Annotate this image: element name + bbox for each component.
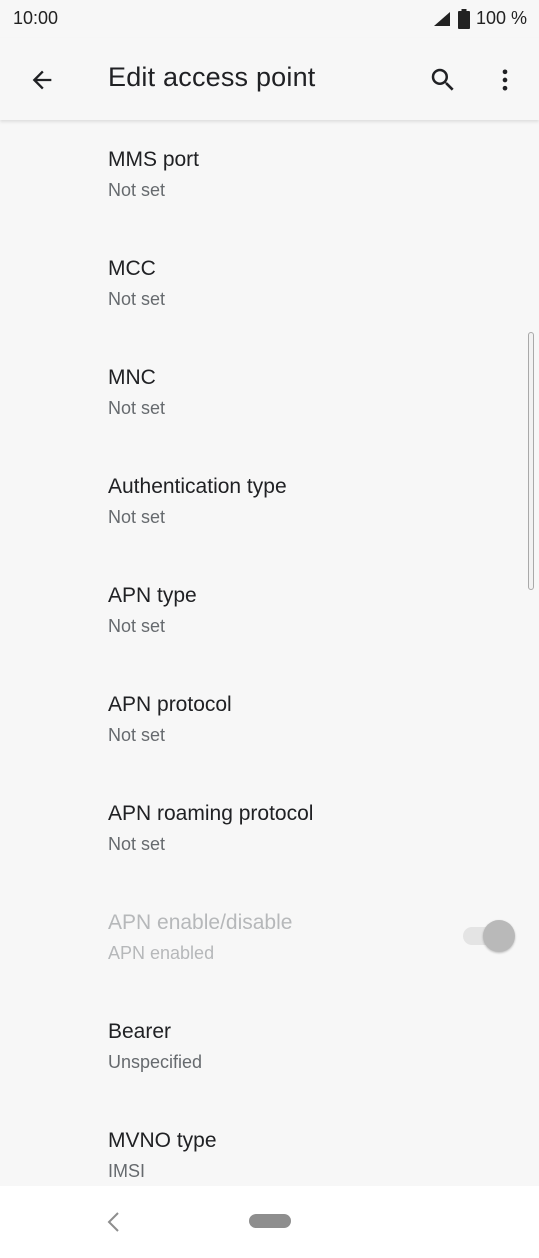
battery-icon [457, 8, 470, 29]
chevron-left-icon [107, 1212, 119, 1232]
search-button[interactable] [421, 58, 465, 102]
item-title: Bearer [108, 1020, 172, 1043]
item-summary: Not set [108, 289, 166, 309]
page-title: Edit access point [108, 62, 316, 92]
item-title: APN roaming protocol [108, 802, 314, 825]
item-summary: IMSI [108, 1161, 146, 1181]
item-summary: Not set [108, 725, 166, 745]
navigation-bar [0, 1186, 539, 1258]
back-button[interactable] [20, 58, 64, 102]
status-bar: 10:00 100 % [0, 0, 539, 38]
list-item-mvno-type[interactable]: MVNO type IMSI [0, 1101, 539, 1186]
item-title: Authentication type [108, 475, 287, 498]
item-summary: Not set [108, 834, 166, 854]
nav-home-pill[interactable] [249, 1214, 291, 1228]
status-icons: 100 % [432, 8, 527, 29]
more-options-button[interactable] [483, 58, 527, 102]
list-item-apn-protocol[interactable]: APN protocol Not set [0, 665, 539, 774]
list-item-apn-enable-disable: APN enable/disable APN enabled [0, 883, 539, 992]
list-item-bearer[interactable]: Bearer Unspecified [0, 992, 539, 1101]
toggle-thumb [483, 920, 515, 952]
item-title: APN enable/disable [108, 911, 293, 934]
status-time: 10:00 [13, 8, 59, 28]
more-vert-icon [502, 69, 508, 91]
item-title: APN type [108, 584, 197, 607]
item-title: MVNO type [108, 1129, 217, 1152]
list-item-mms-port[interactable]: MMS port Not set [0, 120, 539, 229]
apn-enable-toggle [463, 919, 515, 952]
battery-level: 100 % [475, 8, 527, 28]
item-summary: APN enabled [108, 943, 215, 963]
item-summary: Not set [108, 180, 166, 200]
item-summary: Not set [108, 398, 166, 418]
list-item-mcc[interactable]: MCC Not set [0, 229, 539, 338]
item-title: MCC [108, 257, 156, 280]
item-summary: Not set [108, 507, 166, 527]
list-item-apn-roaming-protocol[interactable]: APN roaming protocol Not set [0, 774, 539, 883]
list-item-apn-type[interactable]: APN type Not set [0, 556, 539, 665]
item-summary: Unspecified [108, 1052, 203, 1072]
app-bar: Edit access point [0, 38, 539, 120]
arrow-back-icon [32, 70, 52, 90]
scrollbar[interactable] [528, 332, 534, 590]
screen: 10:00 100 % Edit access point MMS port N… [0, 0, 539, 1258]
item-title: MMS port [108, 148, 200, 171]
item-title: APN protocol [108, 693, 232, 716]
list-item-mnc[interactable]: MNC Not set [0, 338, 539, 447]
nav-back-button[interactable] [100, 1208, 128, 1236]
list-item-authentication-type[interactable]: Authentication type Not set [0, 447, 539, 556]
item-title: MNC [108, 366, 156, 389]
search-icon [431, 68, 454, 91]
signal-icon [432, 11, 452, 27]
settings-list: MMS port Not set MCC Not set MNC Not set… [0, 120, 539, 1186]
item-summary: Not set [108, 616, 166, 636]
